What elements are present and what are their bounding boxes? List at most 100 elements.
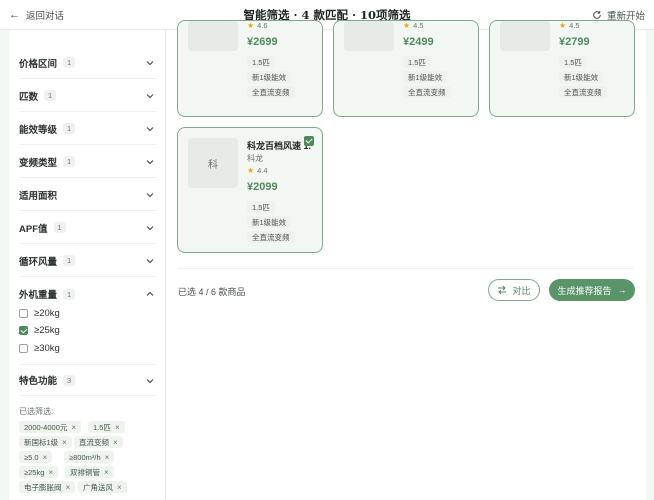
chevron-down-icon: [146, 61, 154, 66]
chevron-down-icon: [146, 259, 154, 264]
close-icon[interactable]: ×: [71, 423, 76, 432]
compare-label: 对比: [512, 285, 531, 296]
divider: [178, 268, 634, 269]
selected-chip[interactable]: ≥800m³/h ×: [64, 451, 115, 463]
filter-horsepower[interactable]: 匹数 1: [19, 80, 157, 112]
product-thumbnail: 科: [188, 138, 238, 188]
product-card[interactable]: 科 科龙百档风速 1. 科龙 ★ 4.4 ¥2099 1.5匹 新1级能效 全直流…: [177, 127, 323, 253]
chip-label: 2000-4000元: [24, 422, 68, 432]
selected-chip[interactable]: 直流变频 ×: [74, 436, 123, 448]
chevron-down-icon: [146, 226, 154, 231]
close-icon[interactable]: ×: [105, 453, 110, 462]
close-icon[interactable]: ×: [113, 438, 118, 447]
filter-count-badge: 1: [63, 255, 76, 266]
product-tag: 1.5匹: [247, 201, 275, 213]
product-rating: ★ 4.5: [559, 21, 580, 30]
product-price: ¥2099: [247, 181, 278, 193]
selected-filters-heading: 已选筛选:: [19, 407, 54, 416]
selected-chip[interactable]: 1.5匹 ×: [88, 421, 125, 433]
option-label: ≥30kg: [34, 342, 60, 354]
close-icon[interactable]: ×: [117, 483, 122, 492]
product-tag: 新1级能效: [559, 71, 604, 83]
chip-label: 新国标1级: [24, 437, 59, 447]
product-tag: 1.5匹: [247, 56, 275, 68]
selected-count: 已选 4 / 6 款商品: [178, 287, 246, 297]
option-label: ≥20kg: [34, 307, 60, 319]
compare-button[interactable]: 对比: [488, 279, 540, 301]
product-tag: 新1级能效: [247, 216, 292, 228]
product-card[interactable]: ★ 4.6 ¥2699 1.5匹 新1级能效 全直流变频: [177, 20, 323, 117]
filter-count-badge: 3: [63, 374, 76, 386]
chip-label: ≥5.0: [24, 452, 39, 462]
filter-count-badge: 1: [63, 57, 76, 68]
filter-inverter[interactable]: 变频类型 1: [19, 146, 157, 178]
product-tag: 全直流变频: [247, 86, 295, 98]
product-price: ¥2699: [247, 36, 278, 48]
option-label: ≥25kg: [34, 324, 60, 336]
product-card[interactable]: ★ 4.5 ¥2499 1.5匹 新1级能效 全直流变频: [333, 20, 479, 117]
selected-chip[interactable]: 2000-4000元 ×: [19, 421, 82, 433]
selected-chip[interactable]: 广角送风 ×: [78, 481, 127, 493]
filter-area[interactable]: 适用面积: [19, 179, 157, 211]
chip-label: ≥800m³/h: [69, 452, 101, 462]
filter-label: 适用面积: [19, 190, 58, 202]
weight-option-25[interactable]: ≥25kg: [19, 323, 60, 337]
chip-label: 广角送风: [83, 482, 113, 492]
product-brand: 科龙: [247, 154, 263, 163]
close-icon[interactable]: ×: [66, 483, 71, 492]
weight-option-30[interactable]: ≥30kg: [19, 341, 60, 355]
checkbox[interactable]: [19, 308, 28, 318]
chevron-down-icon: [146, 160, 154, 165]
product-grid: ★ 4.6 ¥2699 1.5匹 新1级能效 全直流变频 ★ 4.5 ¥2499 1…: [166, 20, 646, 500]
filter-label: 匹数: [19, 91, 39, 103]
close-icon[interactable]: ×: [104, 468, 109, 477]
filter-sidebar: 价格区间 1 匹数 1 能效等级 1 变频类型 1 适用面积 APF值 1 循环…: [9, 30, 166, 500]
selected-checkbox[interactable]: [304, 136, 314, 146]
selected-chip[interactable]: 电子膨胀阀 ×: [19, 481, 76, 493]
checkbox[interactable]: [19, 343, 28, 353]
chip-label: 电子膨胀阀: [24, 482, 62, 492]
chip-label: 1.5匹: [93, 422, 111, 432]
selected-chip[interactable]: 双排铜管 ×: [65, 466, 114, 478]
product-rating: ★ 4.6: [247, 21, 268, 30]
product-thumbnail: [188, 21, 238, 51]
selected-chip[interactable]: 新国标1级 ×: [19, 436, 72, 448]
filter-count-badge: 1: [53, 222, 66, 233]
checkbox-checked[interactable]: [19, 325, 28, 335]
chevron-down-icon: [146, 127, 154, 132]
selected-chip[interactable]: ≥25kg ×: [19, 466, 59, 478]
chip-label: ≥25kg: [24, 467, 45, 477]
product-price: ¥2799: [559, 36, 590, 48]
compare-icon: [498, 285, 507, 295]
chevron-down-icon: [146, 379, 154, 384]
chevron-down-icon: [146, 193, 154, 198]
close-icon[interactable]: ×: [115, 423, 120, 432]
close-icon[interactable]: ×: [43, 453, 48, 462]
product-tag: 1.5匹: [559, 56, 587, 68]
product-tag: 全直流变频: [403, 86, 451, 98]
close-icon[interactable]: ×: [62, 438, 67, 447]
product-tag: 1.5匹: [403, 56, 431, 68]
star-icon: ★: [247, 21, 255, 30]
chip-label: 双排铜管: [70, 467, 100, 477]
product-rating: ★ 4.5: [403, 21, 424, 30]
generate-report-button[interactable]: 生成推荐报告 →: [549, 279, 635, 301]
product-tag: 新1级能效: [247, 71, 292, 83]
selected-chip[interactable]: ≥5.0 ×: [19, 451, 53, 463]
filter-features[interactable]: 特色功能 3: [19, 364, 157, 396]
filter-apf[interactable]: APF值 1: [19, 212, 157, 244]
weight-option-20[interactable]: ≥20kg: [19, 306, 60, 320]
product-card[interactable]: ★ 4.5 ¥2799 1.5匹 新1级能效 全直流变频: [489, 20, 635, 117]
star-icon: ★: [403, 21, 411, 30]
close-icon[interactable]: ×: [48, 468, 53, 477]
filter-airflow[interactable]: 循环风量 1: [19, 245, 157, 277]
filter-efficiency[interactable]: 能效等级 1: [19, 113, 157, 145]
chip-label: 直流变频: [79, 437, 109, 447]
generate-label: 生成推荐报告: [557, 285, 612, 296]
arrow-right-icon: →: [617, 285, 627, 295]
filter-label: 价格区间: [19, 58, 58, 70]
product-tag: 全直流变频: [559, 86, 607, 98]
product-name: 科龙百档风速 1.: [247, 141, 311, 151]
refresh-icon: [593, 11, 601, 19]
filter-price[interactable]: 价格区间 1: [19, 47, 157, 79]
